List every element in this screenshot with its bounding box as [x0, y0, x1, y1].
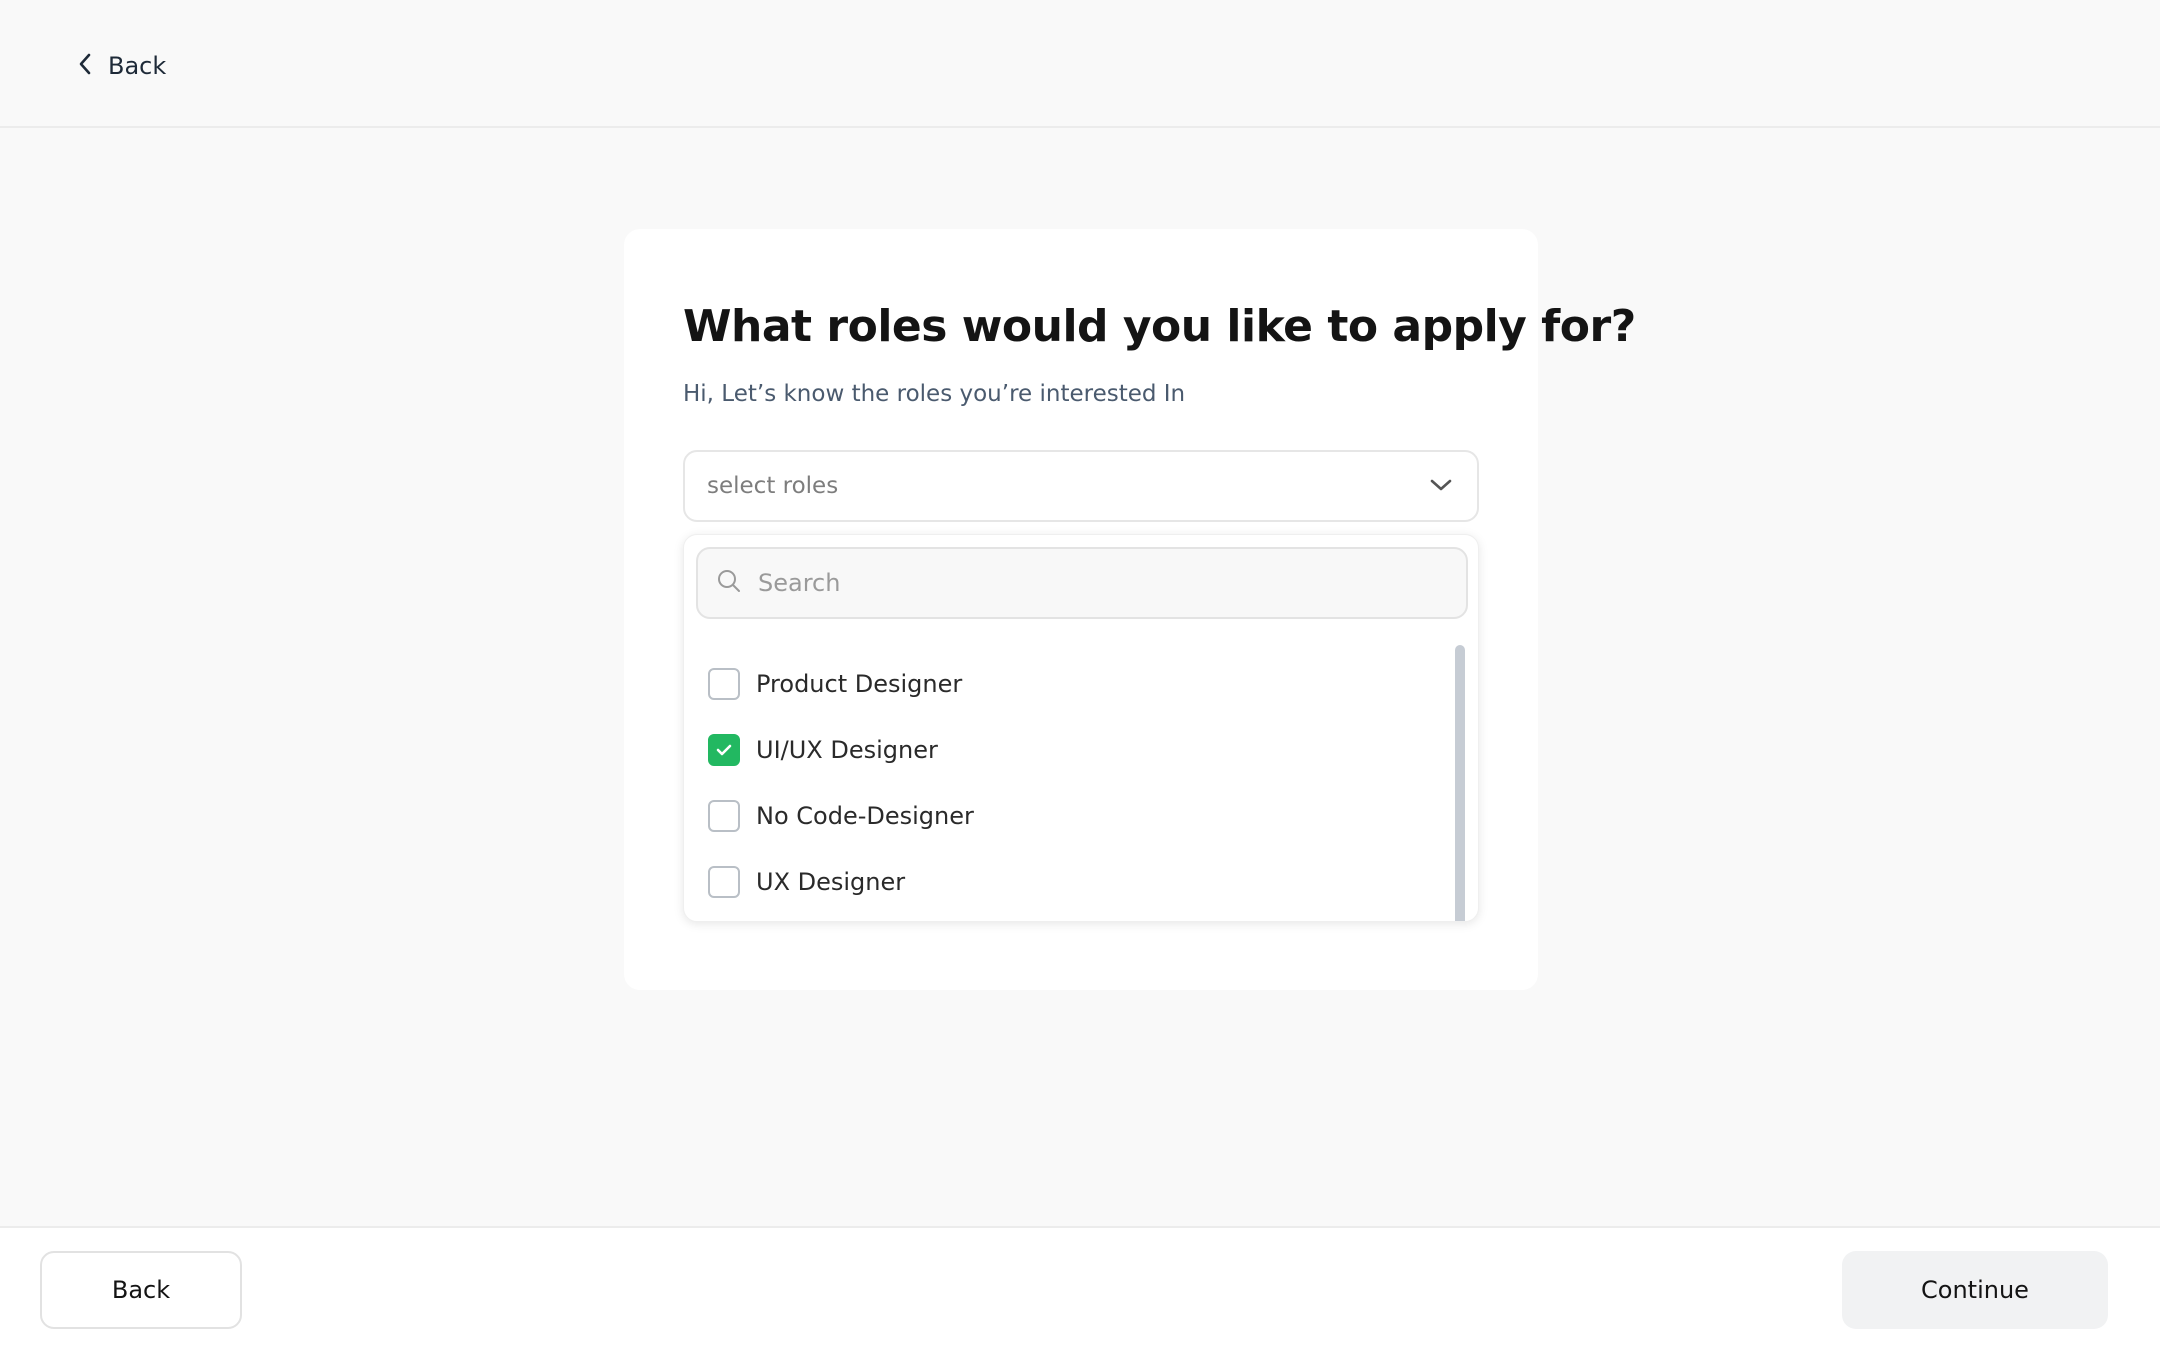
search-input[interactable] — [756, 568, 1448, 598]
roles-select[interactable]: select roles — [683, 450, 1479, 522]
option-label: No Code-Designer — [756, 802, 974, 830]
page-title: What roles would you like to apply for? — [683, 301, 1636, 352]
option-label: UX Designer — [756, 868, 906, 896]
search-box[interactable] — [696, 547, 1468, 619]
roles-options-list: Product Designer UI/UX Designer No Code-… — [708, 651, 1408, 915]
dropdown-scrollbar[interactable] — [1454, 645, 1466, 921]
option-no-code-designer[interactable]: No Code-Designer — [708, 783, 1408, 849]
option-ux-designer[interactable]: UX Designer — [708, 849, 1408, 915]
option-checkbox[interactable] — [708, 668, 740, 700]
option-checkbox[interactable] — [708, 866, 740, 898]
option-checkbox-checked[interactable] — [708, 734, 740, 766]
option-label: UI/UX Designer — [756, 736, 938, 764]
check-icon — [716, 744, 732, 756]
page-subtitle: Hi, Let’s know the roles you’re interest… — [683, 381, 1186, 407]
chevron-left-icon — [78, 52, 92, 80]
footer-bar: Back Continue — [0, 1226, 2160, 1350]
dropdown-scrollbar-thumb[interactable] — [1455, 645, 1465, 921]
header-back-label: Back — [108, 52, 167, 80]
option-label: Product Designer — [756, 670, 963, 698]
top-bar: Back — [0, 0, 2160, 128]
roles-card: What roles would you like to apply for? … — [624, 229, 1636, 990]
option-ui-ux-designer[interactable]: UI/UX Designer — [708, 717, 1408, 783]
roles-select-placeholder: select roles — [707, 473, 839, 499]
option-checkbox[interactable] — [708, 800, 740, 832]
back-button[interactable]: Back — [40, 1251, 242, 1329]
roles-dropdown: Product Designer UI/UX Designer No Code-… — [683, 534, 1479, 922]
option-product-designer[interactable]: Product Designer — [708, 651, 1408, 717]
continue-button[interactable]: Continue — [1842, 1251, 2108, 1329]
search-icon — [716, 568, 742, 598]
header-back-button[interactable]: Back — [78, 44, 166, 88]
chevron-down-icon — [1429, 477, 1453, 496]
